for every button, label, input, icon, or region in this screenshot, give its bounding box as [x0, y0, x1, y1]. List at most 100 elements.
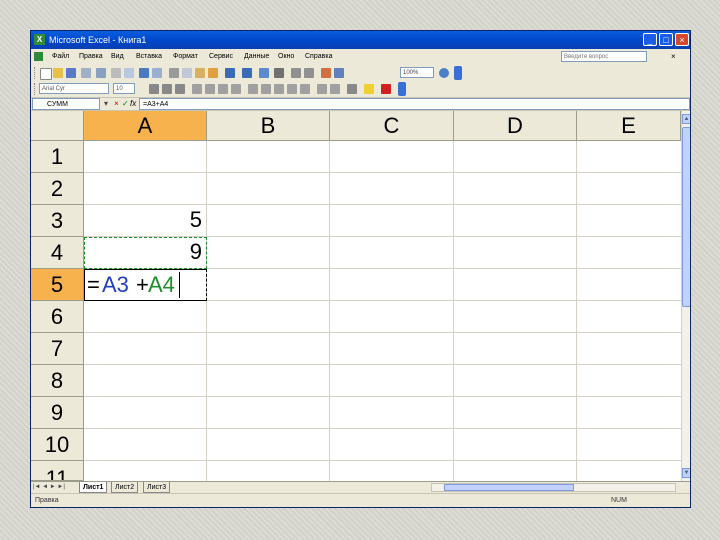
scroll-up-icon[interactable]: ▲: [682, 114, 690, 124]
maximize-button[interactable]: □: [659, 33, 673, 46]
toolbar-grip[interactable]: [34, 67, 37, 79]
select-all-corner[interactable]: [31, 111, 84, 141]
row-header-9[interactable]: 9: [31, 397, 84, 429]
row-header-5[interactable]: 5: [31, 269, 84, 301]
increase-indent-icon[interactable]: [330, 84, 340, 94]
sort-ascending-icon[interactable]: [291, 68, 301, 78]
redo-icon[interactable]: [242, 68, 252, 78]
row-header-6[interactable]: 6: [31, 301, 84, 333]
menu-format[interactable]: Формат: [173, 49, 198, 65]
print-preview-icon[interactable]: [124, 68, 134, 78]
undo-icon[interactable]: [225, 68, 235, 78]
toolbar-options-icon[interactable]: [454, 66, 462, 80]
horizontal-scroll-thumb[interactable]: [444, 484, 574, 491]
workbook-icon[interactable]: [34, 52, 43, 61]
print-icon[interactable]: [111, 68, 121, 78]
zoom-select[interactable]: 100%: [400, 67, 434, 78]
row-header-1[interactable]: 1: [31, 141, 84, 173]
status-mode: Правка: [35, 497, 59, 504]
menu-window[interactable]: Окно: [278, 49, 294, 65]
autosum-icon[interactable]: [274, 68, 284, 78]
permission-icon[interactable]: [81, 68, 91, 78]
save-icon[interactable]: [66, 68, 76, 78]
name-box-dropdown-icon[interactable]: ▾: [104, 98, 108, 110]
workbook-close-icon[interactable]: ×: [671, 51, 676, 63]
cell-a4[interactable]: 9: [84, 237, 202, 267]
worksheet-grid[interactable]: A B C D E 1 2 3 4 5 6 7 8 9 10 11 5 9 = …: [31, 111, 681, 481]
sheet-tab-1[interactable]: Лист1: [79, 482, 108, 493]
email-icon[interactable]: [96, 68, 106, 78]
name-box[interactable]: СУММ: [32, 98, 100, 110]
toolbar-grip[interactable]: [34, 83, 37, 95]
row-header-4[interactable]: 4: [31, 237, 84, 269]
spelling-icon[interactable]: [139, 68, 149, 78]
new-icon[interactable]: [40, 68, 52, 80]
sheet-tab-2[interactable]: Лист2: [111, 482, 139, 493]
align-center-icon[interactable]: [205, 84, 215, 94]
title-bar[interactable]: X Microsoft Excel - Книга1 _ □ ×: [31, 31, 690, 49]
borders-icon[interactable]: [347, 84, 357, 94]
row-header-11[interactable]: 11: [31, 461, 84, 481]
column-header-e[interactable]: E: [577, 111, 681, 141]
row-header-10[interactable]: 10: [31, 429, 84, 461]
hyperlink-icon[interactable]: [259, 68, 269, 78]
font-size-select[interactable]: 10: [113, 83, 135, 94]
menu-insert[interactable]: Вставка: [136, 49, 162, 65]
bold-icon[interactable]: [149, 84, 159, 94]
horizontal-scrollbar[interactable]: [431, 483, 676, 492]
copy-icon[interactable]: [182, 68, 192, 78]
research-icon[interactable]: [152, 68, 162, 78]
percent-icon[interactable]: [261, 84, 271, 94]
row-header-8[interactable]: 8: [31, 365, 84, 397]
format-painter-icon[interactable]: [208, 68, 218, 78]
scroll-thumb[interactable]: [682, 127, 690, 307]
toolbar-options-icon[interactable]: [398, 82, 406, 96]
row-header-3[interactable]: 3: [31, 205, 84, 237]
column-header-c[interactable]: C: [330, 111, 454, 141]
help-icon[interactable]: [439, 68, 449, 78]
cell-a3[interactable]: 5: [84, 205, 202, 235]
vertical-scrollbar[interactable]: ▲ ▼: [681, 111, 690, 481]
font-color-icon[interactable]: [381, 84, 391, 94]
decrease-decimal-icon[interactable]: [300, 84, 310, 94]
column-header-d[interactable]: D: [454, 111, 577, 141]
menu-tools[interactable]: Сервис: [209, 49, 233, 65]
align-right-icon[interactable]: [218, 84, 228, 94]
open-icon[interactable]: [53, 68, 63, 78]
fill-color-icon[interactable]: [364, 84, 374, 94]
cut-icon[interactable]: [169, 68, 179, 78]
tab-navigation-icons[interactable]: |◄ ◄ ► ►|: [33, 482, 65, 493]
menu-help[interactable]: Справка: [305, 49, 332, 65]
row-header-7[interactable]: 7: [31, 333, 84, 365]
menu-view[interactable]: Вид: [111, 49, 124, 65]
menu-edit[interactable]: Правка: [79, 49, 103, 65]
cancel-icon[interactable]: ×: [114, 98, 119, 110]
active-cell-a5[interactable]: = A3 + A4: [84, 269, 207, 301]
column-header-b[interactable]: B: [207, 111, 330, 141]
close-button[interactable]: ×: [675, 33, 689, 46]
paste-icon[interactable]: [195, 68, 205, 78]
scroll-down-icon[interactable]: ▼: [682, 468, 690, 478]
menu-data[interactable]: Данные: [244, 49, 269, 65]
font-name-select[interactable]: Arial Cyr: [39, 83, 109, 94]
column-header-a[interactable]: A: [84, 111, 207, 141]
decrease-indent-icon[interactable]: [317, 84, 327, 94]
sort-descending-icon[interactable]: [304, 68, 314, 78]
italic-icon[interactable]: [162, 84, 172, 94]
drawing-icon[interactable]: [334, 68, 344, 78]
sheet-tab-3[interactable]: Лист3: [143, 482, 171, 493]
insert-function-icon[interactable]: fx: [130, 98, 136, 110]
formula-input[interactable]: =A3+A4: [139, 98, 690, 110]
chart-wizard-icon[interactable]: [321, 68, 331, 78]
currency-icon[interactable]: [248, 84, 258, 94]
increase-decimal-icon[interactable]: [287, 84, 297, 94]
row-header-2[interactable]: 2: [31, 173, 84, 205]
comma-style-icon[interactable]: [274, 84, 284, 94]
align-left-icon[interactable]: [192, 84, 202, 94]
underline-icon[interactable]: [175, 84, 185, 94]
help-question-input[interactable]: Введите вопрос: [561, 51, 647, 62]
menu-file[interactable]: Файл: [52, 49, 69, 65]
minimize-button[interactable]: _: [643, 33, 657, 46]
merge-center-icon[interactable]: [231, 84, 241, 94]
enter-icon[interactable]: ✓: [122, 98, 129, 110]
